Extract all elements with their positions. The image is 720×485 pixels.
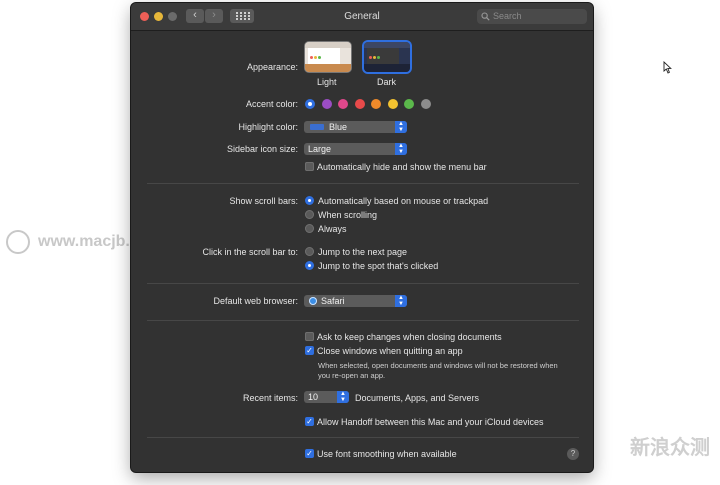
appearance-light-label: Light xyxy=(317,77,337,87)
highlight-color-popup[interactable]: Blue ▲ ▼ xyxy=(304,121,407,133)
scrollbars-scrolling-radio[interactable] xyxy=(305,210,314,219)
handoff-label: Allow Handoff between this Mac and your … xyxy=(317,417,544,427)
watermark-right: 新浪众测 xyxy=(630,437,710,459)
popup-chevron-icon: ▲ ▼ xyxy=(395,143,407,155)
help-button[interactable]: ? xyxy=(567,448,579,460)
watermark-logo-icon xyxy=(6,230,30,254)
scrollbars-scrolling-label: When scrolling xyxy=(318,210,378,220)
search-placeholder: Search xyxy=(493,11,522,21)
highlight-color-label: Highlight color: xyxy=(238,122,298,132)
scrollbars-auto-radio[interactable] xyxy=(305,196,314,205)
accent-swatch[interactable] xyxy=(305,99,315,109)
scrollclick-next-page-radio[interactable] xyxy=(305,247,314,256)
recent-items-value: 10 xyxy=(308,392,319,402)
font-smoothing-checkbox[interactable]: ✓ xyxy=(305,449,314,458)
scrollbars-always-label: Always xyxy=(318,224,347,234)
separator xyxy=(147,183,579,184)
accent-swatch[interactable] xyxy=(338,99,348,109)
preferences-window: ‹ › General Search Appearance: Light Dar… xyxy=(131,3,593,472)
recent-items-label: Recent items: xyxy=(242,393,298,403)
popup-chevron-icon: ▲ ▼ xyxy=(395,295,407,307)
menubar-autohide-checkbox[interactable] xyxy=(305,162,314,171)
scrollbars-always-radio[interactable] xyxy=(305,224,314,233)
accent-swatch[interactable] xyxy=(420,99,431,109)
sidebar-icon-size-value: Large xyxy=(308,144,332,154)
separator xyxy=(147,437,579,438)
recent-items-popup[interactable]: 10 ▲ ▼ xyxy=(304,391,349,403)
popup-chevron-icon: ▲ ▼ xyxy=(337,391,349,403)
appearance-dark-thumbnail[interactable] xyxy=(364,42,410,72)
highlight-color-value: Blue xyxy=(329,122,348,132)
ask-keep-changes-label: Ask to keep changes when closing documen… xyxy=(317,332,502,342)
close-windows-checkbox[interactable]: ✓ xyxy=(305,346,314,355)
search-icon xyxy=(481,12,490,21)
sidebar-icon-size-popup[interactable]: Large ▲ ▼ xyxy=(304,143,407,155)
accent-swatch[interactable] xyxy=(371,99,381,109)
handoff-checkbox[interactable]: ✓ xyxy=(305,417,314,426)
close-windows-note: When selected, open documents and window… xyxy=(318,361,558,380)
accent-swatch[interactable] xyxy=(354,99,365,109)
separator xyxy=(147,283,579,284)
appearance-light-thumbnail[interactable] xyxy=(305,42,351,72)
selected-indicator xyxy=(308,102,312,106)
accent-swatch[interactable] xyxy=(387,99,398,109)
recent-items-suffix: Documents, Apps, and Servers xyxy=(355,393,480,403)
menubar-autohide-label: Automatically hide and show the menu bar xyxy=(317,162,487,172)
close-windows-label: Close windows when quitting an app xyxy=(317,346,463,356)
scroll-click-label: Click in the scroll bar to: xyxy=(202,247,298,257)
appearance-label: Appearance: xyxy=(246,62,298,72)
default-browser-label: Default web browser: xyxy=(213,296,298,306)
search-field[interactable]: Search xyxy=(477,9,587,24)
scroll-bars-label: Show scroll bars: xyxy=(229,196,298,206)
highlight-swatch xyxy=(310,124,324,130)
title-bar: ‹ › General Search xyxy=(131,3,593,31)
font-smoothing-label: Use font smoothing when available xyxy=(317,449,457,459)
separator xyxy=(147,320,579,321)
safari-compass-icon xyxy=(309,297,317,305)
accent-swatch[interactable] xyxy=(404,99,414,109)
default-browser-popup[interactable]: Safari ▲ ▼ xyxy=(304,295,407,307)
accent-swatch[interactable] xyxy=(321,99,332,109)
scrollbars-auto-label: Automatically based on mouse or trackpad xyxy=(318,196,489,206)
sidebar-icon-size-label: Sidebar icon size: xyxy=(226,144,298,154)
scrollclick-spot-label: Jump to the spot that's clicked xyxy=(318,261,439,271)
default-browser-value: Safari xyxy=(321,296,345,306)
accent-color-label: Accent color: xyxy=(245,99,298,109)
mouse-pointer-icon xyxy=(663,61,672,74)
appearance-dark-label: Dark xyxy=(377,77,397,87)
ask-keep-changes-checkbox[interactable] xyxy=(305,332,314,341)
scrollclick-spot-radio[interactable] xyxy=(305,261,314,270)
popup-chevron-icon: ▲ ▼ xyxy=(395,121,407,133)
scrollclick-next-page-label: Jump to the next page xyxy=(318,247,408,257)
